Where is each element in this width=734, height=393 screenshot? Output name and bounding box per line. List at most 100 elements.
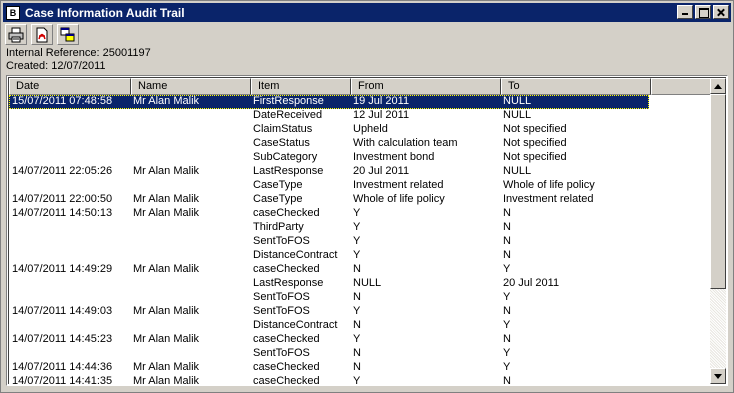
cell-item: CaseStatus	[253, 137, 310, 149]
arrow-down-icon	[714, 373, 722, 379]
table-row[interactable]: SentToFOS Y N	[9, 235, 711, 249]
column-header-date[interactable]: Date	[9, 78, 131, 95]
scroll-down-button[interactable]	[710, 368, 726, 384]
cell-from: 20 Jul 2011	[353, 165, 410, 177]
cell-date	[9, 123, 129, 137]
cell-to: N	[503, 207, 511, 219]
cell-from: Upheld	[353, 123, 388, 135]
column-header-name[interactable]: Name	[131, 78, 251, 95]
table-row[interactable]: SubCategory Investment bond Not specified	[9, 151, 711, 165]
cell-from: Y	[353, 207, 361, 219]
export-pdf-button[interactable]	[31, 24, 53, 45]
cell-to: Whole of life policy	[503, 179, 595, 191]
table-row[interactable]: 14/07/2011 14:44:36 Mr Alan Malik caseChec…	[9, 361, 711, 375]
audit-list[interactable]: Date Name Item From To 15/07/2011 07:48:…	[6, 75, 728, 386]
cell-item: DateReceived	[253, 109, 323, 121]
cell-name: Mr Alan Malik	[133, 333, 200, 345]
title-bar[interactable]: B Case Information Audit Trail	[3, 3, 731, 22]
cell-item: LastResponse	[253, 165, 324, 177]
cell-to: NULL	[503, 95, 532, 107]
cell-name	[129, 249, 249, 263]
cell-to: N	[503, 249, 511, 261]
table-row[interactable]: 14/07/2011 14:49:29 Mr Alan Malik caseChec…	[9, 263, 711, 277]
table-row[interactable]: 14/07/2011 22:00:50 Mr Alan Malik CaseType…	[9, 193, 711, 207]
cell-name	[129, 151, 249, 165]
print-button[interactable]	[5, 24, 27, 45]
table-row[interactable]: CaseStatus With calculation team Not speci…	[9, 137, 711, 151]
cell-date: 14/07/2011 14:41:35	[12, 375, 113, 386]
table-row[interactable]: DateReceived 12 Jul 2011 NULL	[9, 109, 711, 123]
cell-date	[9, 347, 129, 361]
cell-from: N	[353, 361, 361, 373]
cell-date	[9, 179, 129, 193]
cell-date	[9, 235, 129, 249]
cell-from: Y	[353, 221, 361, 233]
cell-to: Y	[503, 347, 511, 359]
table-row[interactable]: 14/07/2011 14:41:35 Mr Alan Malik caseChec…	[9, 375, 711, 386]
copy-windows-icon	[60, 27, 75, 41]
cell-from: Investment bond	[353, 151, 435, 163]
table-row[interactable]: ClaimStatus Upheld Not specified	[9, 123, 711, 137]
vertical-scrollbar[interactable]	[710, 78, 726, 384]
cell-date	[9, 151, 129, 165]
cell-to: Y	[503, 263, 511, 275]
cell-date	[9, 319, 129, 333]
cell-item: CaseType	[253, 193, 303, 205]
table-row[interactable]: 14/07/2011 14:49:03 Mr Alan Malik SentToFO…	[9, 305, 711, 319]
table-row[interactable]: 14/07/2011 14:45:23 Mr Alan Malik caseChec…	[9, 333, 711, 347]
cell-name: Mr Alan Malik	[133, 95, 200, 107]
pdf-icon	[36, 27, 48, 42]
app-icon: B	[6, 5, 20, 20]
cell-from: Investment related	[353, 179, 444, 191]
maximize-button[interactable]	[695, 5, 711, 19]
table-row[interactable]: DistanceContract N Y	[9, 319, 711, 333]
table-row[interactable]: SentToFOS N Y	[9, 347, 711, 361]
cell-name	[129, 319, 249, 333]
cell-to: N	[503, 333, 511, 345]
minimize-button[interactable]	[677, 5, 693, 19]
column-header-from[interactable]: From	[351, 78, 501, 95]
cell-name: Mr Alan Malik	[133, 193, 200, 205]
column-header-item[interactable]: Item	[251, 78, 351, 95]
table-row[interactable]: CaseType Investment related Whole of life …	[9, 179, 711, 193]
cell-item: caseChecked	[253, 333, 320, 345]
cell-item: SentToFOS	[253, 305, 310, 317]
scroll-up-button[interactable]	[710, 78, 726, 94]
cell-name	[129, 123, 249, 137]
cell-to: NULL	[503, 165, 532, 177]
cell-item: DistanceContract	[253, 319, 338, 331]
table-row[interactable]: ThirdParty Y N	[9, 221, 711, 235]
cell-from: Y	[353, 235, 361, 247]
cell-item: caseChecked	[253, 375, 320, 386]
cell-to: Not specified	[503, 151, 567, 163]
cell-name	[129, 235, 249, 249]
cell-date	[9, 277, 129, 291]
cell-date	[9, 221, 129, 235]
cell-item: ThirdParty	[253, 221, 304, 233]
cell-name	[129, 291, 249, 305]
cell-to: Investment related	[503, 193, 594, 205]
cell-from: Y	[353, 305, 361, 317]
internal-reference: Internal Reference: 25001197	[6, 47, 151, 59]
scrollbar-thumb[interactable]	[710, 94, 726, 289]
column-header-to[interactable]: To	[501, 78, 651, 95]
table-row[interactable]: DistanceContract Y N	[9, 249, 711, 263]
table-row[interactable]: LastResponse NULL 20 Jul 2011	[9, 277, 711, 291]
close-button[interactable]	[713, 5, 729, 19]
list-header: Date Name Item From To	[9, 78, 713, 95]
cell-item: caseChecked	[253, 361, 320, 373]
cell-name: Mr Alan Malik	[133, 361, 200, 373]
table-row[interactable]: 15/07/2011 07:48:58 Mr Alan Malik FirstRes…	[9, 95, 711, 109]
cell-item: FirstResponse	[253, 95, 324, 107]
table-row[interactable]: 14/07/2011 22:05:26 Mr Alan Malik LastResp…	[9, 165, 711, 179]
cascade-windows-button[interactable]	[57, 24, 79, 45]
cell-date: 14/07/2011 14:50:13	[12, 207, 113, 219]
cell-item: CaseType	[253, 179, 303, 191]
cell-name	[129, 221, 249, 235]
created-date: Created: 12/07/2011	[6, 60, 106, 72]
cell-item: SentToFOS	[253, 291, 310, 303]
cell-date: 14/07/2011 14:45:23	[12, 333, 113, 345]
table-row[interactable]: 14/07/2011 14:50:13 Mr Alan Malik caseChec…	[9, 207, 711, 221]
cell-to: 20 Jul 2011	[503, 277, 560, 289]
table-row[interactable]: SentToFOS N Y	[9, 291, 711, 305]
